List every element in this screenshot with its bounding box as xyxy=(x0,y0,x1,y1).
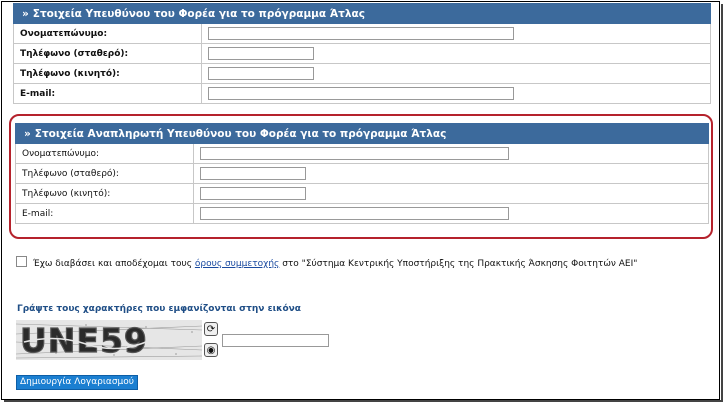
mobile-input[interactable] xyxy=(208,67,314,80)
create-account-button[interactable]: Δημιουργία Λογαριασμού xyxy=(16,375,138,390)
header-marker: » xyxy=(24,127,31,140)
field-label-mobile: Τηλέφωνο (κινητό): xyxy=(13,63,202,84)
deputy-email-input[interactable] xyxy=(200,207,509,220)
captcha-input[interactable] xyxy=(222,334,329,347)
responsible-person-form: » Στοιχεία Υπευθύνου του Φορέα για το πρό… xyxy=(13,3,711,104)
terms-checkbox[interactable] xyxy=(16,256,27,267)
field-label-email: E-mail: xyxy=(13,83,202,104)
captcha-glyphs: UNE59 xyxy=(20,321,148,360)
terms-text-after: στο "Σύστημα Κεντρικής Υποστήριξης της Π… xyxy=(282,259,638,269)
deputy-person-form: » Στοιχεία Αναπληρωτή Υπευθύνου του Φορέα… xyxy=(15,123,709,224)
fullname-input[interactable] xyxy=(208,27,514,40)
terms-text-before: Έχω διαβάσει και αποδέχομαι τους xyxy=(33,259,193,269)
section-title: Στοιχεία Υπευθύνου του Φορέα για το πρόγ… xyxy=(32,7,365,20)
deputy-landline-input[interactable] xyxy=(200,167,306,180)
email-input[interactable] xyxy=(208,87,514,100)
deputy-mobile-input[interactable] xyxy=(200,187,306,200)
refresh-icon[interactable]: ⟳ xyxy=(204,322,218,336)
terms-link[interactable]: όρους συμμετοχής xyxy=(195,259,279,269)
field-label-landline: Τηλέφωνο (σταθερό): xyxy=(15,163,194,184)
captcha-title: Γράψτε τους χαρακτήρες που εμφανίζονται … xyxy=(17,304,301,314)
field-label-fullname: Ονοματεπώνυμο: xyxy=(15,143,194,164)
section-title: Στοιχεία Αναπληρωτή Υπευθύνου του Φορέα … xyxy=(34,127,447,140)
landline-input[interactable] xyxy=(208,47,314,60)
field-label-fullname: Ονοματεπώνυμο: xyxy=(13,23,202,44)
terms-row: Έχω διαβάσει και αποδέχομαι τους όρους σ… xyxy=(16,256,637,269)
field-label-landline: Τηλέφωνο (σταθερό): xyxy=(13,43,202,64)
field-label-mobile: Τηλέφωνο (κινητό): xyxy=(15,183,194,204)
audio-icon[interactable]: ◉ xyxy=(204,343,218,357)
field-label-email: E-mail: xyxy=(15,203,194,224)
captcha-image: UNE59 xyxy=(16,320,202,360)
section-header: » Στοιχεία Αναπληρωτή Υπευθύνου του Φορέα… xyxy=(15,123,709,144)
section-header: » Στοιχεία Υπευθύνου του Φορέα για το πρό… xyxy=(13,3,711,24)
deputy-fullname-input[interactable] xyxy=(200,147,509,160)
header-marker: » xyxy=(22,7,29,20)
